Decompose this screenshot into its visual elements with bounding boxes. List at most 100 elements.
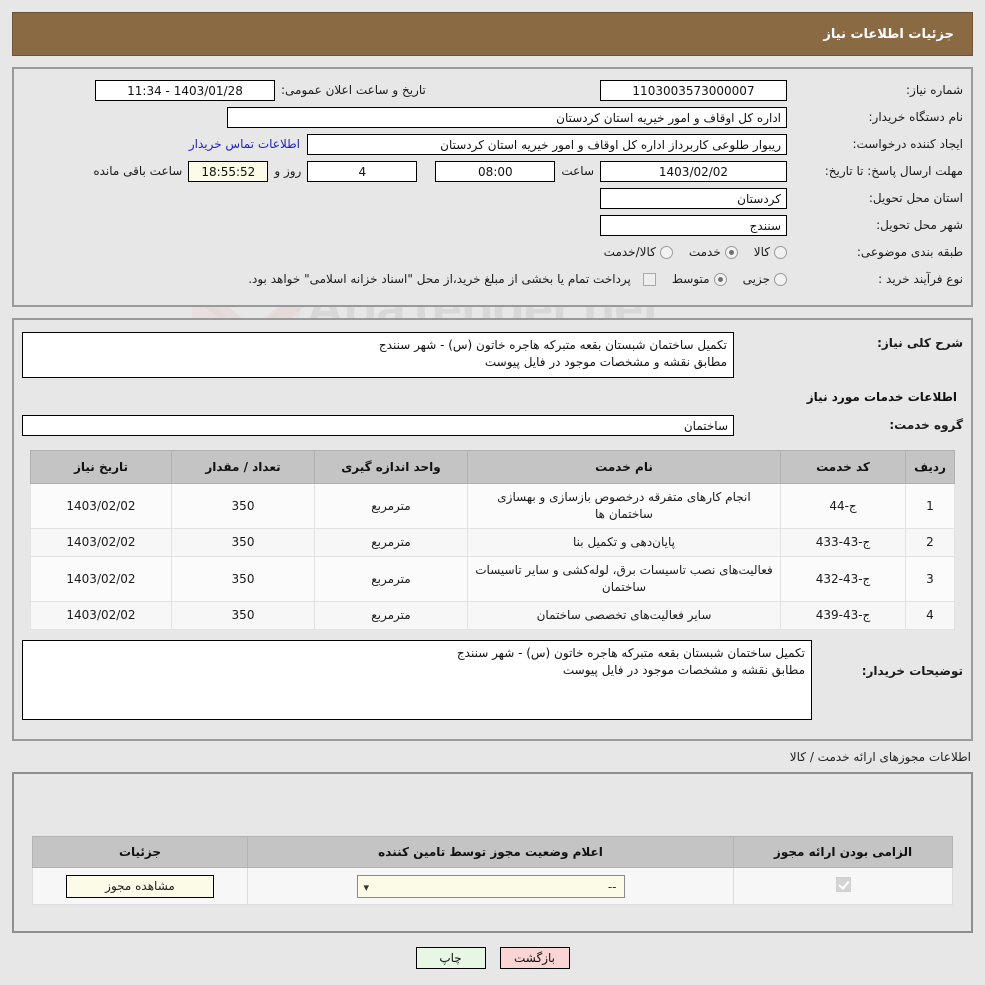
permits-table-header-row: الزامی بودن ارائه مجوز اعلام وضعیت مجوز …: [32, 836, 953, 868]
cell-code: ج-43-432: [780, 556, 906, 602]
row-buyer-org: نام دستگاه خریدار: اداره کل اوقاف و امور…: [22, 106, 963, 128]
process-option-motevaset[interactable]: متوسط: [672, 272, 727, 286]
th-row: ردیف: [905, 450, 955, 484]
service-group-label: گروه خدمت:: [889, 418, 963, 432]
buyer-org-label: نام دستگاه خریدار:: [868, 110, 964, 124]
need-number-label: شماره نیاز:: [906, 83, 963, 97]
city-value: سنندج: [600, 214, 787, 236]
cell-code: ج-43-433: [780, 528, 906, 557]
category-option-kala-khedmat-label: کالا/خدمت: [603, 245, 656, 259]
cell-permit-details: مشاهده مجوز: [32, 867, 248, 905]
cell-code: ج-43-439: [780, 601, 906, 630]
category-option-khedmat[interactable]: خدمت: [689, 245, 738, 259]
deadline-label: مهلت ارسال پاسخ: تا تاریخ:: [824, 163, 963, 178]
buyer-contact-link[interactable]: اطلاعات تماس خریدار: [182, 137, 307, 151]
th-unit: واحد اندازه گیری: [314, 450, 468, 484]
permits-table-row: -- ▾ مشاهده مجوز: [32, 867, 953, 905]
category-option-kala-label: کالا: [753, 245, 770, 259]
cell-qty: 350: [171, 483, 315, 529]
permit-status-select[interactable]: -- ▾: [356, 874, 625, 898]
general-desc-value[interactable]: تکمیل ساختمان شبستان بقعه متبرکه هاجره خ…: [22, 332, 734, 378]
permit-status-value: --: [607, 879, 617, 894]
cell-date: 1403/02/02: [30, 556, 172, 602]
permits-panel: الزامی بودن ارائه مجوز اعلام وضعیت مجوز …: [12, 772, 973, 933]
process-label: نوع فرآیند خرید :: [878, 272, 963, 286]
category-option-khedmat-label: خدمت: [688, 245, 721, 259]
countdown-suffix: ساعت باقی مانده: [93, 164, 183, 178]
cell-row: 4: [905, 601, 955, 630]
requester-label: ایجاد کننده درخواست:: [852, 137, 963, 151]
cell-row: 3: [905, 556, 955, 602]
th-qty: تعداد / مقدار: [171, 450, 315, 484]
category-option-kala[interactable]: کالا: [754, 245, 787, 259]
footer-actions: بازگشت چاپ: [0, 947, 985, 969]
print-button[interactable]: چاپ: [415, 947, 486, 969]
radio-kala-khedmat-icon[interactable]: [659, 245, 673, 259]
cell-date: 1403/02/02: [30, 528, 172, 557]
th-permit-required: الزامی بودن ارائه مجوز: [733, 836, 953, 868]
category-option-kala-khedmat[interactable]: کالا/خدمت: [604, 245, 673, 259]
cell-name: فعالیت‌های نصب تاسیسات برق، لوله‌کشی و س…: [467, 556, 781, 602]
deadline-time: 08:00: [435, 160, 556, 182]
treasury-checkbox[interactable]: [642, 272, 656, 286]
permit-required-checkbox: [835, 877, 851, 892]
row-process: نوع فرآیند خرید : جزیی متوسط پرداخت تمام…: [22, 268, 963, 290]
table-row: 1 ج-44 انجام کارهای متفرقه درخصوص بازساز…: [30, 483, 955, 529]
services-table-header-row: ردیف کد خدمت نام خدمت واحد اندازه گیری ت…: [30, 450, 955, 484]
back-button[interactable]: بازگشت: [499, 947, 570, 969]
services-table-wrap: ردیف کد خدمت نام خدمت واحد اندازه گیری ت…: [30, 450, 955, 630]
permits-table: الزامی بودن ارائه مجوز اعلام وضعیت مجوز …: [32, 836, 953, 905]
cell-row: 2: [905, 528, 955, 557]
cell-date: 1403/02/02: [30, 483, 172, 529]
days-remaining: 4: [307, 160, 418, 182]
cell-qty: 350: [171, 556, 315, 602]
city-label: شهر محل تحویل:: [876, 218, 963, 232]
row-general-desc: شرح کلی نیاز: تکمیل ساختمان شبستان بقعه …: [22, 332, 963, 378]
radio-jozei-icon[interactable]: [774, 272, 787, 286]
cell-date: 1403/02/02: [30, 601, 172, 630]
process-option-jozei[interactable]: جزیی: [743, 272, 787, 286]
cell-unit: مترمربع: [314, 556, 468, 602]
province-value: کردستان: [600, 187, 787, 209]
deadline-time-label: ساعت: [561, 164, 594, 178]
th-date: تاریخ نیاز: [30, 450, 172, 484]
permits-caption: اطلاعات مجوزهای ارائه خدمت / کالا: [789, 750, 971, 764]
deadline-date: 1403/02/02: [600, 160, 787, 182]
th-permit-details: جزئیات: [32, 836, 248, 868]
days-unit-label: روز و: [274, 164, 302, 178]
page-title: جزئیات اطلاعات نیاز: [823, 26, 954, 42]
th-permit-status: اعلام وضعیت مجوز توسط تامین کننده: [247, 836, 734, 868]
need-panel: شرح کلی نیاز: تکمیل ساختمان شبستان بقعه …: [12, 318, 973, 741]
need-number-value: 1103003573000007: [600, 79, 787, 101]
cell-unit: مترمربع: [314, 601, 468, 630]
announce-value: 1403/01/28 - 11:34: [95, 79, 275, 101]
announce-label: تاریخ و ساعت اعلان عمومی:: [281, 83, 426, 97]
service-group-value: ساختمان: [22, 414, 734, 436]
requester-value: ریبوار طلوعی کاربرداز اداره کل اوقاف و ا…: [307, 133, 787, 155]
countdown-timer: 18:55:52: [188, 160, 269, 182]
process-option-motevaset-label: متوسط: [671, 272, 710, 286]
page-root: AriaTender.net جزئیات اطلاعات نیاز شماره…: [0, 0, 985, 985]
treasury-note: پرداخت تمام یا بخشی از مبلغ خرید،از محل …: [248, 272, 631, 286]
cell-qty: 350: [171, 601, 315, 630]
row-category: طبقه بندی موضوعی: کالا خدمت کالا/خدمت: [22, 241, 963, 263]
th-code: کد خدمت: [780, 450, 906, 484]
buyer-notes-value[interactable]: تکمیل ساختمان شبستان بقعه متبرکه هاجره خ…: [22, 640, 812, 720]
radio-khedmat-icon[interactable]: [724, 245, 738, 259]
row-service-group: گروه خدمت: ساختمان: [22, 414, 963, 436]
row-need-number: شماره نیاز: 1103003573000007 تاریخ و ساع…: [22, 79, 963, 101]
page-header: جزئیات اطلاعات نیاز: [12, 12, 973, 56]
table-row: 2 ج-43-433 پایان‌دهی و تکمیل بنا مترمربع…: [30, 528, 955, 557]
buyer-notes-label: توضیحات خریدار:: [861, 664, 963, 678]
cell-permit-status: -- ▾: [247, 867, 734, 905]
cell-row: 1: [905, 483, 955, 529]
row-buyer-notes: توضیحات خریدار: تکمیل ساختمان شبستان بقع…: [22, 640, 963, 720]
province-label: استان محل تحویل:: [868, 191, 963, 205]
cell-unit: مترمربع: [314, 483, 468, 529]
view-permit-button[interactable]: مشاهده مجوز: [66, 874, 214, 898]
radio-motevaset-icon[interactable]: [713, 272, 727, 286]
cell-name: انجام کارهای متفرقه درخصوص بازسازی و بهس…: [467, 483, 781, 529]
services-caption: اطلاعات خدمات مورد نیاز: [806, 390, 957, 404]
radio-kala-icon[interactable]: [774, 245, 787, 259]
summary-panel: شماره نیاز: 1103003573000007 تاریخ و ساع…: [12, 67, 973, 307]
